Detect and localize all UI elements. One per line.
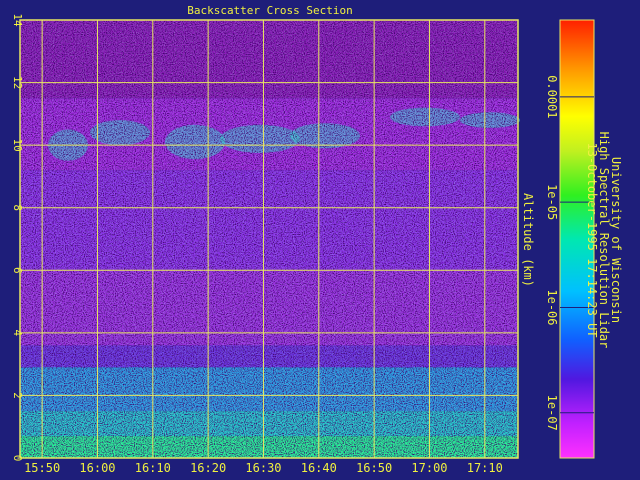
chart-canvas: Backscatter Cross Section 0 2 4 6 8 10 12 14 15… bbox=[11, 4, 623, 475]
x-tick-label: 16:20 bbox=[190, 461, 226, 475]
chart-title: Backscatter Cross Section bbox=[187, 4, 353, 17]
colorbar-tick-label: 1e-06 bbox=[545, 289, 559, 325]
colorbar-tick-label: 0.0001 bbox=[545, 75, 559, 118]
colorbar-tick-label: 1e-05 bbox=[545, 184, 559, 220]
x-axis: 15:50 16:00 16:10 16:20 16:30 16:40 16:50 17:00… bbox=[24, 461, 503, 475]
x-tick-label: 16:30 bbox=[245, 461, 281, 475]
x-tick-label: 16:50 bbox=[356, 461, 392, 475]
x-tick-label: 16:10 bbox=[135, 461, 171, 475]
lidar-figure: Backscatter Cross Section 0 2 4 6 8 10 12 14 15… bbox=[0, 0, 640, 480]
x-tick-label: 16:40 bbox=[301, 461, 337, 475]
x-tick-label: 15:50 bbox=[24, 461, 60, 475]
y-axis-label: Altitude (km) bbox=[521, 193, 535, 287]
speckle-dark bbox=[20, 20, 518, 458]
info-line-3: 13-October-1995 17:14:23 UT bbox=[585, 142, 599, 337]
x-tick-label: 17:00 bbox=[411, 461, 447, 475]
y-tick-label: 6 bbox=[11, 267, 24, 274]
colorbar-tick-label: 1e-07 bbox=[545, 395, 559, 431]
info-block: University of Wisconsin High Spectral Re… bbox=[585, 132, 623, 349]
y-tick-label: 10 bbox=[11, 139, 24, 152]
y-tick-label: 0 bbox=[11, 455, 24, 462]
x-tick-label: 16:00 bbox=[79, 461, 115, 475]
y-tick-label: 12 bbox=[11, 76, 24, 89]
y-tick-label: 2 bbox=[11, 392, 24, 399]
y-tick-label: 14 bbox=[11, 13, 24, 27]
x-tick-label: 17:10 bbox=[467, 461, 503, 475]
backscatter-image bbox=[20, 20, 520, 458]
y-tick-label: 4 bbox=[11, 330, 24, 337]
y-tick-label: 8 bbox=[11, 204, 24, 211]
